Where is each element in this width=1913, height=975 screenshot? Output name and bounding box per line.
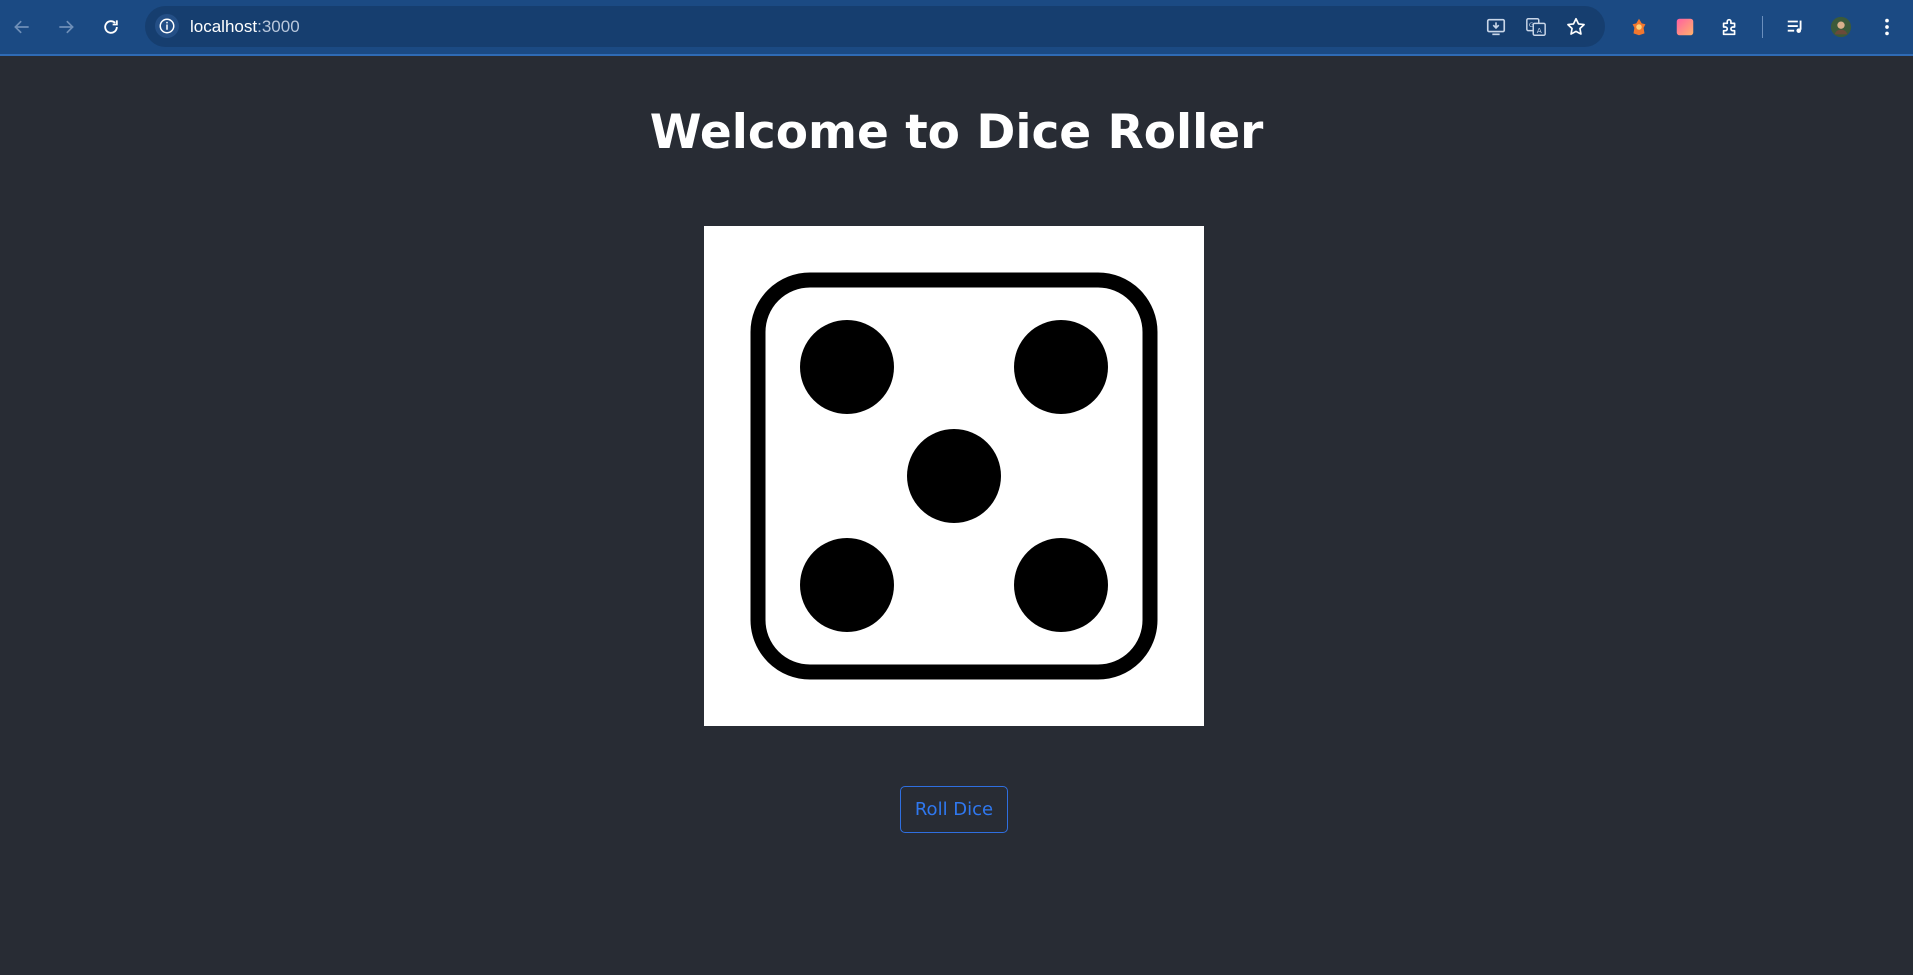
site-info-button[interactable] [155, 14, 179, 38]
puzzle-icon [1722, 18, 1736, 36]
extension-gradient-icon [1676, 18, 1694, 36]
extension-fox-icon [1632, 18, 1646, 36]
dice-pip [800, 320, 894, 414]
back-button[interactable] [5, 10, 39, 44]
dice-pip [907, 429, 1001, 523]
translate-button[interactable]: AG [1523, 14, 1549, 40]
dice-pip [800, 538, 894, 632]
info-icon [159, 18, 175, 34]
dice-pip [1014, 538, 1108, 632]
toolbar-divider [1762, 16, 1763, 38]
avatar [1830, 16, 1852, 38]
page-title: Welcome to Dice Roller [649, 105, 1264, 160]
media-control-button[interactable] [1781, 12, 1811, 42]
forward-button[interactable] [49, 10, 83, 44]
arrow-left-icon [14, 20, 29, 34]
kebab-menu-icon [1885, 18, 1889, 36]
extension-fox-button[interactable] [1624, 12, 1654, 42]
star-icon [1567, 17, 1585, 35]
svg-text:A: A [1537, 26, 1542, 35]
browser-toolbar: localhost:3000 AG [0, 0, 1913, 56]
extensions-button[interactable] [1715, 12, 1745, 42]
install-app-icon [1486, 18, 1506, 36]
dice-five-icon [750, 272, 1158, 680]
reload-icon [104, 20, 118, 34]
profile-button[interactable] [1826, 12, 1856, 42]
url-host: localhost [190, 17, 258, 36]
bookmark-button[interactable] [1563, 14, 1589, 40]
media-control-icon [1787, 20, 1802, 33]
extension-gradient-button[interactable] [1670, 12, 1700, 42]
menu-button[interactable] [1872, 12, 1902, 42]
svg-text:G: G [1529, 21, 1534, 29]
roll-dice-button[interactable]: Roll Dice [900, 786, 1008, 833]
translate-icon: AG [1526, 18, 1546, 36]
arrow-right-icon [59, 20, 74, 34]
url-text[interactable]: localhost:3000 [190, 17, 300, 37]
address-bar[interactable]: localhost:3000 AG [145, 6, 1605, 47]
install-app-button[interactable] [1483, 14, 1509, 40]
reload-button[interactable] [94, 10, 128, 44]
dice-pip [1014, 320, 1108, 414]
dice-image [704, 226, 1204, 726]
url-port: :3000 [257, 17, 300, 36]
